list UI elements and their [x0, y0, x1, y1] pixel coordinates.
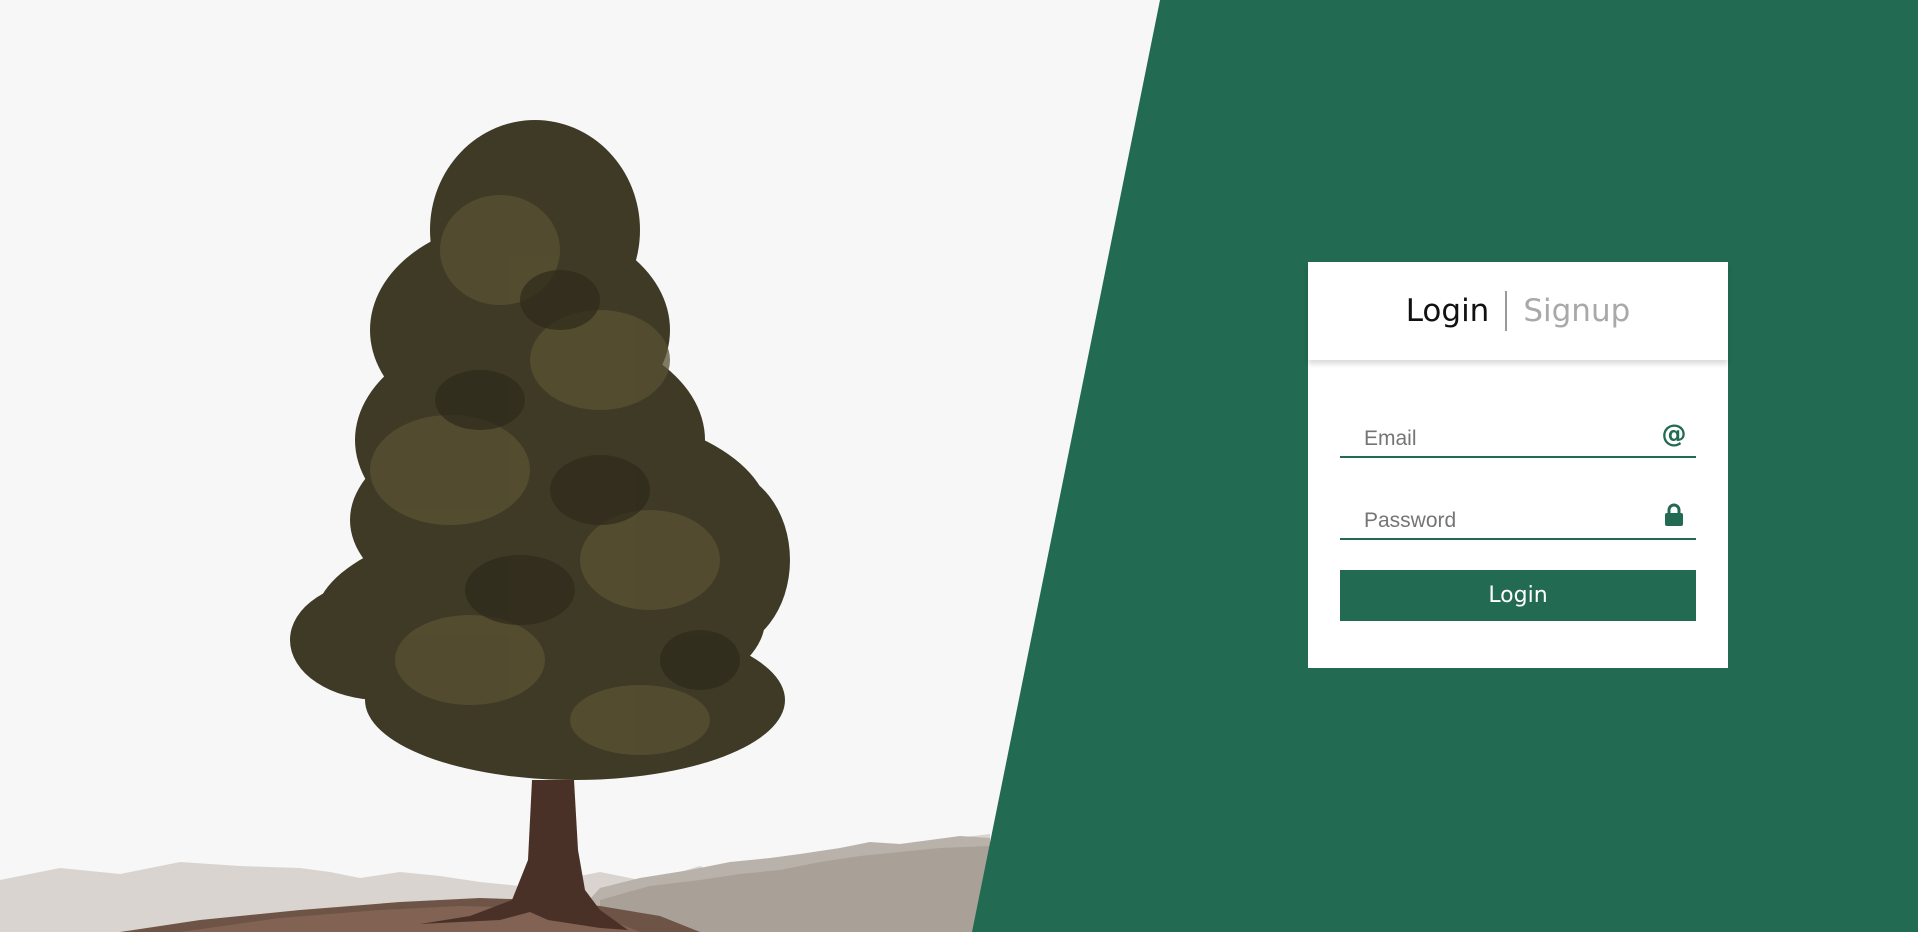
email-field-wrapper: @ [1340, 410, 1696, 458]
auth-card: Login Signup @ Login [1308, 262, 1728, 668]
email-field[interactable] [1340, 410, 1696, 456]
login-page: Login Signup @ Login [0, 0, 1918, 932]
password-field[interactable] [1340, 492, 1696, 538]
login-form: @ Login [1308, 360, 1728, 621]
auth-tabs: Login Signup [1308, 262, 1728, 360]
tab-signup[interactable]: Signup [1507, 291, 1646, 331]
lock-icon [1660, 500, 1688, 530]
password-field-wrapper [1340, 492, 1696, 540]
tab-login[interactable]: Login [1390, 291, 1506, 331]
at-sign-icon: @ [1661, 418, 1687, 448]
login-button[interactable]: Login [1340, 570, 1696, 621]
